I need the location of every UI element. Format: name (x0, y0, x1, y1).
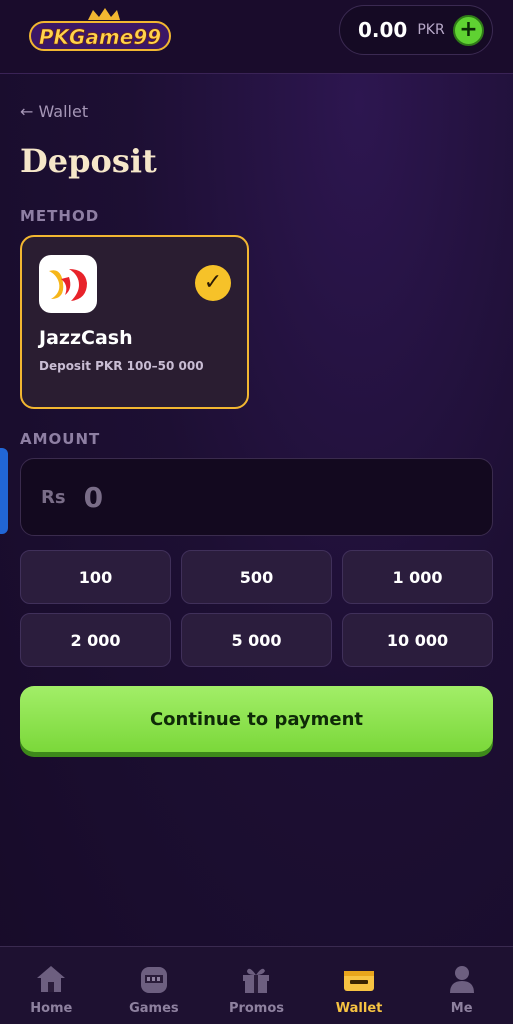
nav-label: Me (450, 1001, 473, 1016)
jazzcash-logo-icon (39, 255, 97, 313)
bottom-nav: Home Games Promos Wallet Me (0, 946, 513, 1024)
nav-item-games[interactable]: Games (103, 947, 206, 1024)
gift-icon (243, 968, 270, 993)
nav-label: Games (129, 1001, 179, 1016)
continue-to-payment-button[interactable]: Continue to payment (20, 686, 493, 752)
selected-check-icon: ✓ (195, 265, 231, 301)
amount-value: 0 (83, 480, 104, 514)
preset-amount-chip[interactable]: 2 000 (20, 613, 171, 667)
nav-label: Promos (228, 1001, 285, 1016)
method-range: Deposit PKR 100–50 000 (39, 359, 204, 373)
currency-prefix: Rs (41, 486, 66, 508)
preset-amount-chip[interactable]: 100 (20, 550, 171, 604)
top-header: PKGame99 0.00 PKR + (0, 0, 513, 74)
preset-amount-chip[interactable]: 10 000 (342, 613, 493, 667)
nav-item-wallet[interactable]: Wallet (308, 947, 411, 1024)
jazzcash-method-card[interactable]: ✓ JazzCash Deposit PKR 100–50 000 (20, 235, 249, 409)
balance-currency: PKR (417, 22, 445, 38)
method-name: JazzCash (39, 327, 133, 349)
preset-amount-chip[interactable]: 5 000 (181, 613, 332, 667)
side-drawer-tab[interactable] (0, 448, 8, 534)
nav-item-me[interactable]: Me (410, 947, 513, 1024)
balance-amount: 0.00 (358, 18, 408, 42)
amount-input[interactable]: Rs 0 (20, 458, 493, 536)
slot-machine-icon (140, 967, 167, 993)
balance-pill: 0.00 PKR + (339, 5, 493, 55)
nav-label: Home (30, 1001, 73, 1016)
nav-item-home[interactable]: Home (0, 947, 103, 1024)
wallet-icon (344, 971, 375, 991)
amount-section-label: AMOUNT (20, 430, 101, 448)
home-icon (37, 966, 66, 992)
pkgame99-logo[interactable]: PKGame99 (28, 8, 173, 56)
method-section-label: METHOD (20, 207, 100, 225)
person-icon (449, 966, 474, 993)
nav-label: Wallet (335, 1001, 383, 1016)
svg-text:PKGame99: PKGame99 (39, 25, 161, 49)
add-funds-button[interactable]: + (453, 15, 484, 46)
preset-amount-chip[interactable]: 500 (181, 550, 332, 604)
back-to-wallet-link[interactable]: ← Wallet (20, 102, 88, 121)
nav-item-promos[interactable]: Promos (205, 947, 308, 1024)
preset-amount-chip[interactable]: 1 000 (342, 550, 493, 604)
page-title: Deposit (20, 142, 157, 180)
